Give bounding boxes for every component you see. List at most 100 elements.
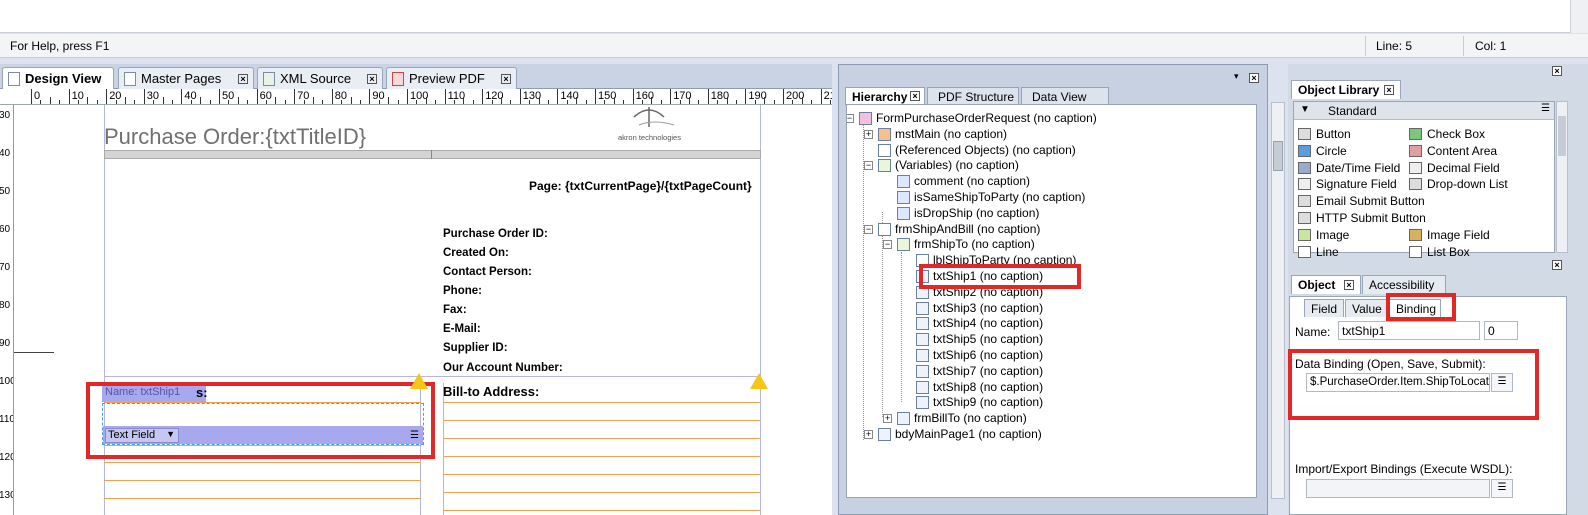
library-item-icon [1409,161,1422,174]
tree-node-label: frmShipTo (no caption) [914,237,1035,252]
our-account-number-label[interactable]: Our Account Number: [443,362,563,374]
tree-node-label: mstMain (no caption) [895,126,1008,141]
logo-text: akron technologies [618,133,681,142]
ruler-tick [783,89,784,104]
ruler-tick [181,89,183,104]
tree-node-label: txtShip4 (no caption) [933,316,1044,331]
close-icon[interactable]: × [501,74,511,84]
tree-expander-icon[interactable]: − [847,114,854,123]
tree-node-icon [916,349,929,362]
design-tabs: Design View Master Pages × XML Source × … [0,64,832,90]
ruler-label: 70 [0,262,11,273]
phone-label[interactable]: Phone: [443,285,482,297]
ruler-tick [632,89,634,104]
tab-xml-source[interactable]: XML Source × [257,67,383,89]
import-menu-button[interactable]: ☰ [1491,479,1513,498]
purchase-order-id-label[interactable]: Purchase Order ID: [443,228,548,240]
library-item-icon [1409,144,1422,157]
import-export-bindings-input[interactable] [1306,479,1490,498]
tree-expander-icon[interactable]: − [883,240,892,250]
object-library-tab[interactable]: Object Library × [1291,80,1401,99]
highlight-selected-field [86,382,435,459]
tab-hierarchy[interactable]: Hierarchy × [845,87,925,105]
tab-design-view[interactable]: Design View [2,67,114,90]
tree-expander-icon[interactable]: − [864,224,873,234]
tree-node-icon [878,127,891,141]
tree-node-label: FormPurchaseOrderRequest (no caption) [876,111,1097,125]
ruler-tick [557,89,559,104]
ruler-label: 100 [0,376,13,387]
tree-node-label: frmShipAndBill (no caption) [895,221,1041,236]
bill-to-caption[interactable]: Bill-to Address: [443,384,539,399]
library-item-icon [1409,128,1422,140]
tree-expander-icon[interactable]: − [864,161,873,171]
created-on-label[interactable]: Created On: [443,247,509,259]
ruler-tick [407,89,408,104]
tree-node-label: comment (no caption) [914,174,1031,189]
import-export-bindings-label: Import/Export Bindings (Execute WSDL): [1295,462,1513,476]
tree-node-label: frmBillTo (no caption) [914,411,1027,426]
page-number-field[interactable]: Page: {txtCurrentPage}/{txtPageCount} [529,179,752,193]
tree-node-icon [916,333,929,347]
library-scrollbar[interactable] [1556,101,1568,253]
close-icon[interactable]: × [1384,85,1394,95]
tree-node-icon [916,301,929,315]
tree-node-icon [878,159,891,173]
tab-label: Master Pages [141,71,222,86]
subtab-value[interactable]: Value [1345,299,1387,317]
hierarchy-scrollbar[interactable] [1271,102,1285,499]
name-extra-field[interactable]: 0 [1484,321,1518,340]
design-canvas[interactable]: Purchase Order:{txtTitleID} akron techno… [14,105,832,515]
form-title[interactable]: Purchase Order:{txtTitleID} [104,124,366,150]
tab-data-view[interactable]: Data View [1021,87,1109,105]
contact-person-label[interactable]: Contact Person: [443,266,532,278]
tree-expander-icon[interactable]: + [864,129,873,139]
name-input[interactable]: txtShip1 [1338,321,1480,340]
close-icon[interactable]: × [1344,280,1354,290]
tab-label: Preview PDF [409,71,485,86]
close-icon[interactable]: × [1552,260,1562,270]
ruler-tick [294,89,296,104]
status-col: Col: 1 [1475,39,1507,53]
ruler-label: 30 [0,110,11,121]
horizontal-ruler: 0 10 20 30 40 50 60 70 80 90 100 110 120 130 140 150 160… [0,89,832,105]
library-item-icon [1298,178,1311,191]
library-group-header[interactable]: ▼ Standard ☰ [1294,102,1554,120]
library-item-icon [1409,178,1422,191]
tab-master-pages[interactable]: Master Pages × [118,67,254,89]
tab-pdf-structure[interactable]: PDF Structure [927,87,1019,105]
tree-node-icon [916,380,929,394]
tree-node-label: isDropShip (no caption) [914,205,1040,220]
ruler-tick [482,89,484,104]
close-icon[interactable]: × [1249,73,1259,83]
highlight-txtship1-node [919,264,1081,289]
subtab-field[interactable]: Field [1304,299,1344,317]
library-item-icon [1298,161,1311,174]
panel-menu-icon[interactable]: ▾ [1234,71,1239,82]
tree-node-icon [897,175,910,189]
tab-accessibility[interactable]: Accessibility [1362,275,1446,294]
tree-node-label: (Variables) (no caption) [895,158,1019,173]
ruler-tick [444,89,446,104]
supplier-id-label[interactable]: Supplier ID: [443,342,508,354]
group-menu-icon[interactable]: ☰ [1541,103,1550,114]
tree-node-label: isSameShipToParty (no caption) [914,190,1086,204]
tree-expander-icon[interactable]: + [883,414,892,424]
tab-object[interactable]: Object × [1291,275,1361,294]
email-label[interactable]: E-Mail: [443,323,481,335]
object-library-list[interactable]: ▼ Standard ☰ Button Check Box Circle Conten… [1293,101,1555,259]
top-scrollbar[interactable] [1570,0,1588,33]
close-icon[interactable]: × [910,91,920,101]
tree-expander-icon[interactable]: + [864,430,873,439]
hierarchy-tree[interactable]: FormPurchaseOrderRequest (no caption) − ms… [846,104,1257,498]
close-icon[interactable]: × [367,74,377,84]
tree-node-label: txtShip8 (no caption) [933,379,1044,394]
library-item-icon [1298,195,1311,208]
vertical-ruler: 30 40 50 60 70 80 90 100 110 120 130 [0,105,14,515]
fax-label[interactable]: Fax: [443,304,467,316]
close-icon[interactable]: × [1552,66,1562,76]
close-icon[interactable]: × [238,74,248,84]
ruler-label: 0 [34,90,41,102]
tab-preview-pdf[interactable]: Preview PDF × [386,67,517,89]
xml-icon [263,72,275,86]
